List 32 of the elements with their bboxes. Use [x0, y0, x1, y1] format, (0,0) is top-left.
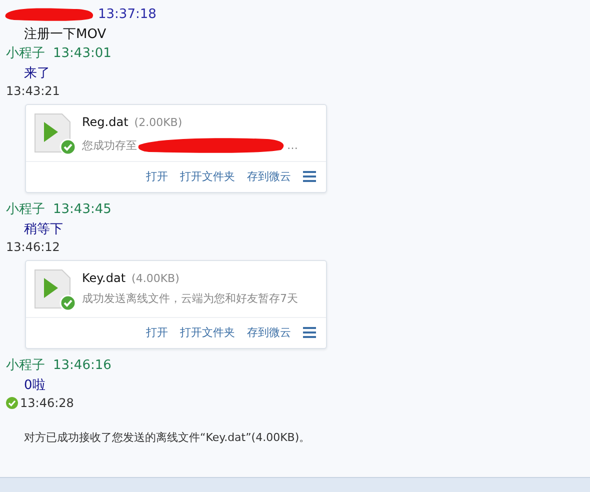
file-status: 您成功存至: [82, 138, 137, 152]
file-action-link[interactable]: 存到微云: [247, 169, 291, 184]
message-text: 来了: [24, 64, 50, 82]
message-time: 13:37:18: [98, 6, 156, 22]
message-text: 0啦: [24, 376, 46, 394]
file-play-icon: [34, 269, 76, 311]
file-size: (4.00KB): [132, 272, 180, 285]
sender-name: 小程子: [6, 357, 45, 374]
file-action-link[interactable]: 打开: [146, 169, 168, 184]
message-time: 13:46:28: [20, 396, 74, 410]
file-name: Key.dat: [82, 271, 126, 285]
message-time: 13:43:21: [6, 84, 60, 98]
message-time: 13:46:12: [6, 240, 60, 254]
menu-icon[interactable]: [303, 327, 316, 338]
message-time: 13:46:16: [53, 358, 112, 372]
file-play-icon: [34, 113, 76, 155]
file-action-link[interactable]: 打开文件夹: [180, 169, 235, 184]
file-status: 成功发送离线文件，云端为您和好友暂存7天: [82, 291, 298, 306]
file-action-link[interactable]: 存到微云: [247, 325, 291, 340]
system-notice: 对方已成功接收了您发送的离线文件“Key.dat”(4.00KB)。: [24, 431, 310, 444]
message-text: 稍等下: [24, 220, 63, 238]
message-text: 注册一下MOV: [24, 26, 106, 42]
message-time: 13:43:01: [53, 46, 112, 60]
file-size: (2.00KB): [134, 116, 182, 129]
message-time: 13:43:45: [53, 202, 112, 216]
file-name: Reg.dat: [82, 115, 128, 129]
sender-name: 小程子: [6, 201, 45, 218]
file-action-link[interactable]: 打开: [146, 325, 168, 340]
menu-icon[interactable]: [303, 171, 316, 182]
file-action-link[interactable]: 打开文件夹: [180, 325, 235, 340]
status-ellipsis: …: [287, 138, 298, 152]
sender-name: 小程子: [6, 45, 45, 62]
